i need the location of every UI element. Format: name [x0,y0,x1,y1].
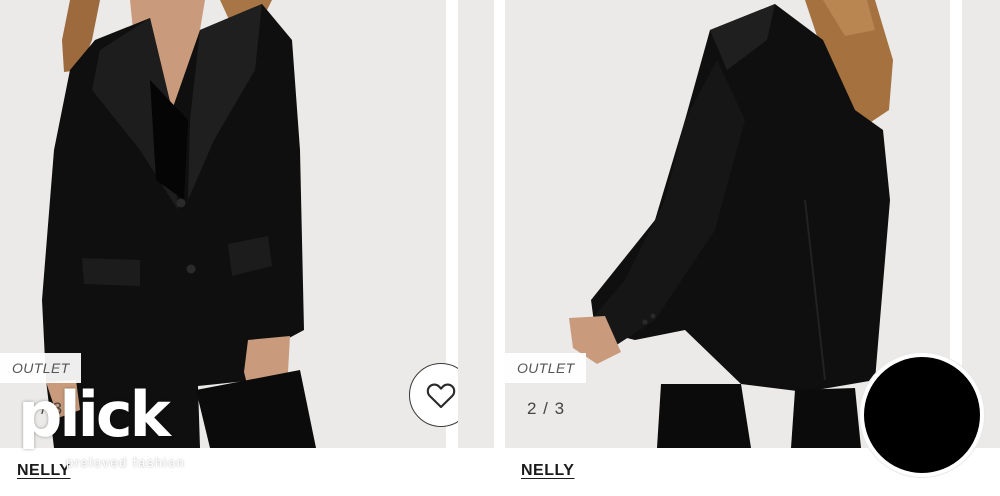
color-swatch-black[interactable] [860,353,984,477]
image-counter: 1 / 3 [25,399,64,418]
product-image-peek [458,0,494,448]
outlet-tag: OUTLET [0,353,81,383]
product-card[interactable]: OUTLET 1 / 3 NELLY [0,0,473,496]
brand-link[interactable]: NELLY [17,462,70,480]
outlet-tag: OUTLET [505,353,586,383]
image-counter: 2 / 3 [527,399,566,418]
product-carousel: OUTLET 1 / 3 NELLY OUTLET 2 / 3 NELLY pl… [0,0,1000,496]
brand-link[interactable]: NELLY [521,462,574,480]
heart-outline-icon [426,383,456,409]
